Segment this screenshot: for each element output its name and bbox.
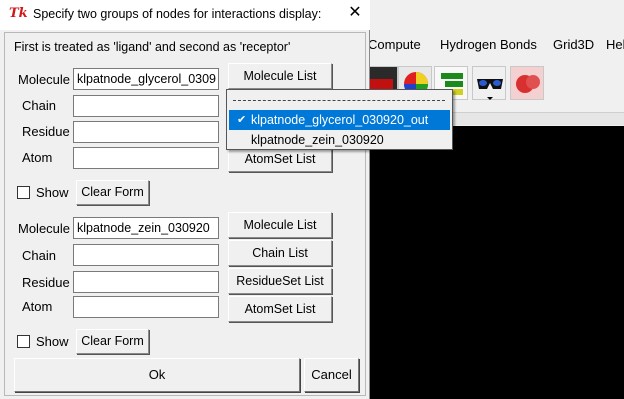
- molecule-list-dropdown: ✔ klpatnode_glycerol_030920_out klpatnod…: [226, 89, 453, 150]
- menu-help[interactable]: Hel: [606, 37, 624, 52]
- group1-residue-label: Residue: [22, 124, 70, 139]
- interactions-dialog: Tk Specify two groups of nodes for inter…: [0, 0, 370, 399]
- group2-residue-field[interactable]: [73, 271, 219, 293]
- background-app-window: Compute Hydrogen Bonds Grid3D Hel: [364, 0, 624, 399]
- group2-atom-field[interactable]: [73, 296, 219, 318]
- group2-chain-list-button[interactable]: Chain List: [228, 240, 332, 266]
- stereo-glasses-icon[interactable]: [472, 66, 506, 100]
- group2-residue-label: Residue: [22, 275, 70, 290]
- group2-molecule-field[interactable]: klpatnode_zein_030920: [73, 217, 219, 239]
- surface-icon[interactable]: [510, 66, 544, 100]
- group2-chain-label: Chain: [22, 248, 56, 263]
- group1-chain-label: Chain: [22, 98, 56, 113]
- dropdown-item-label: klpatnode_zein_030920: [251, 133, 384, 147]
- group2-show-label: Show: [36, 334, 69, 349]
- 3d-viewer-canvas[interactable]: [370, 126, 624, 399]
- group1-clear-form-button[interactable]: Clear Form: [76, 180, 149, 205]
- menu-tearoff-line[interactable]: [233, 100, 445, 101]
- group1-atom-field[interactable]: [73, 147, 219, 169]
- group1-molecule-list-button[interactable]: Molecule List: [228, 63, 332, 89]
- tk-logo-icon: Tk: [9, 6, 28, 21]
- group1-molecule-field[interactable]: klpatnode_glycerol_0309: [73, 68, 219, 90]
- group2-show-checkbox[interactable]: [17, 335, 30, 348]
- dropdown-item-glycerol[interactable]: ✔ klpatnode_glycerol_030920_out: [229, 110, 450, 130]
- cancel-button[interactable]: Cancel: [304, 358, 359, 392]
- dropdown-item-zein[interactable]: klpatnode_zein_030920: [229, 130, 450, 150]
- group1-chain-field[interactable]: [73, 95, 219, 117]
- dialog-titlebar[interactable]: Tk Specify two groups of nodes for inter…: [0, 0, 370, 30]
- close-button[interactable]: ✕: [341, 1, 369, 27]
- background-menubar: Compute Hydrogen Bonds Grid3D Hel: [368, 33, 624, 59]
- dropdown-item-label: klpatnode_glycerol_030920_out: [251, 113, 429, 127]
- menu-grid3d[interactable]: Grid3D: [553, 37, 594, 52]
- menu-compute[interactable]: Compute: [368, 37, 421, 52]
- ligand-receptor-hint: First is treated as 'ligand' and second …: [14, 40, 291, 54]
- group1-show-label: Show: [36, 185, 69, 200]
- group2-atomset-list-button[interactable]: AtomSet List: [228, 296, 332, 322]
- group1-residue-field[interactable]: [73, 121, 219, 143]
- group2-molecule-list-button[interactable]: Molecule List: [228, 212, 332, 238]
- group2-atom-label: Atom: [22, 299, 53, 314]
- group1-show-checkbox[interactable]: [17, 186, 30, 199]
- group1-molecule-label: Molecule: [18, 72, 71, 87]
- group1-atom-label: Atom: [22, 150, 53, 165]
- check-icon: ✔: [237, 114, 247, 126]
- ok-button[interactable]: Ok: [14, 358, 300, 392]
- dialog-title: Specify two groups of nodes for interact…: [33, 7, 322, 21]
- group2-residueset-list-button[interactable]: ResidueSet List: [228, 268, 332, 294]
- group2-molecule-label: Molecule: [18, 221, 71, 236]
- group2-clear-form-button[interactable]: Clear Form: [76, 329, 149, 354]
- menu-hydrogen-bonds[interactable]: Hydrogen Bonds: [440, 37, 537, 52]
- group2-chain-field[interactable]: [73, 244, 219, 266]
